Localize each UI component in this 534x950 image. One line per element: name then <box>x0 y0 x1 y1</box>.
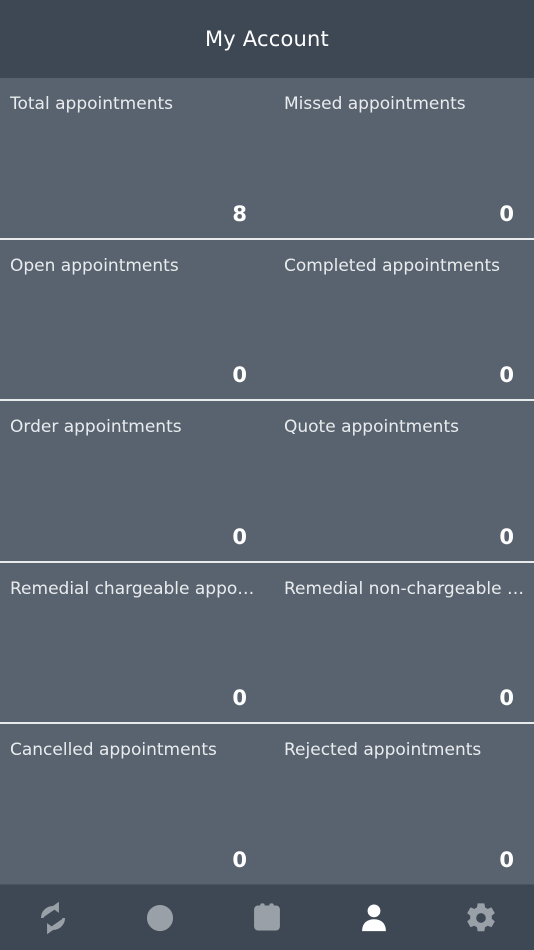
stat-value: 0 <box>232 363 247 388</box>
sync-icon <box>34 899 72 937</box>
stat-label: Order appointments <box>10 417 182 438</box>
stat-card-completed-appointments[interactable]: Completed appointments 0 <box>267 240 534 400</box>
stat-value: 0 <box>232 686 247 711</box>
stat-label: Missed appointments <box>284 94 466 114</box>
page-title: My Account <box>204 27 329 51</box>
stat-value: 0 <box>232 847 247 872</box>
stat-label: Remedial non-chargeable a… <box>284 578 524 599</box>
stat-card-total-appointments[interactable]: Total appointments 8 <box>0 78 267 238</box>
app-header: My Account <box>0 0 534 78</box>
appointment-stats-grid: Total appointments 8 Missed appointments… <box>0 78 534 884</box>
bottom-navigation-bar <box>0 884 534 950</box>
stat-value: 0 <box>499 363 514 388</box>
stat-label: Cancelled appointments <box>10 740 217 761</box>
nav-tab-account[interactable] <box>320 885 427 950</box>
stat-card-quote-appointments[interactable]: Quote appointments 0 <box>267 401 534 561</box>
stat-label: Total appointments <box>10 94 173 114</box>
stats-row: Remedial chargeable appoi… 0 Remedial no… <box>0 563 534 725</box>
gear-icon <box>462 899 500 937</box>
calendar-icon <box>248 899 286 937</box>
stat-value: 0 <box>499 686 514 711</box>
stat-value: 0 <box>232 524 247 549</box>
stat-label: Quote appointments <box>284 417 459 438</box>
stats-row: Order appointments 0 Quote appointments … <box>0 401 534 563</box>
stats-row: Cancelled appointments 0 Rejected appoin… <box>0 724 534 884</box>
stat-value: 0 <box>499 524 514 549</box>
nav-tab-history[interactable] <box>107 885 214 950</box>
stat-label: Remedial chargeable appoi… <box>10 578 257 599</box>
clock-icon <box>141 899 179 937</box>
person-icon <box>355 899 393 937</box>
stats-row: Open appointments 0 Completed appointmen… <box>0 240 534 402</box>
my-account-screen: My Account Total appointments 8 Missed a… <box>0 0 534 950</box>
stats-row: Total appointments 8 Missed appointments… <box>0 78 534 240</box>
nav-tab-sync[interactable] <box>0 885 107 950</box>
stat-label: Completed appointments <box>284 255 501 276</box>
stat-card-order-appointments[interactable]: Order appointments 0 <box>0 401 267 561</box>
nav-tab-settings[interactable] <box>427 885 534 950</box>
nav-tab-calendar[interactable] <box>214 885 321 950</box>
stat-card-missed-appointments[interactable]: Missed appointments 0 <box>267 78 534 238</box>
stat-value: 0 <box>499 201 514 226</box>
stat-label: Rejected appointments <box>284 740 482 761</box>
stat-label: Open appointments <box>10 255 179 276</box>
stat-card-remedial-chargeable-appointments[interactable]: Remedial chargeable appoi… 0 <box>0 563 267 723</box>
stat-card-cancelled-appointments[interactable]: Cancelled appointments 0 <box>0 724 267 884</box>
stat-card-open-appointments[interactable]: Open appointments 0 <box>0 240 267 400</box>
stat-value: 0 <box>499 847 514 872</box>
stat-value: 8 <box>232 201 247 226</box>
stat-card-rejected-appointments[interactable]: Rejected appointments 0 <box>267 724 534 884</box>
stat-card-remedial-non-chargeable-appointments[interactable]: Remedial non-chargeable a… 0 <box>267 563 534 723</box>
